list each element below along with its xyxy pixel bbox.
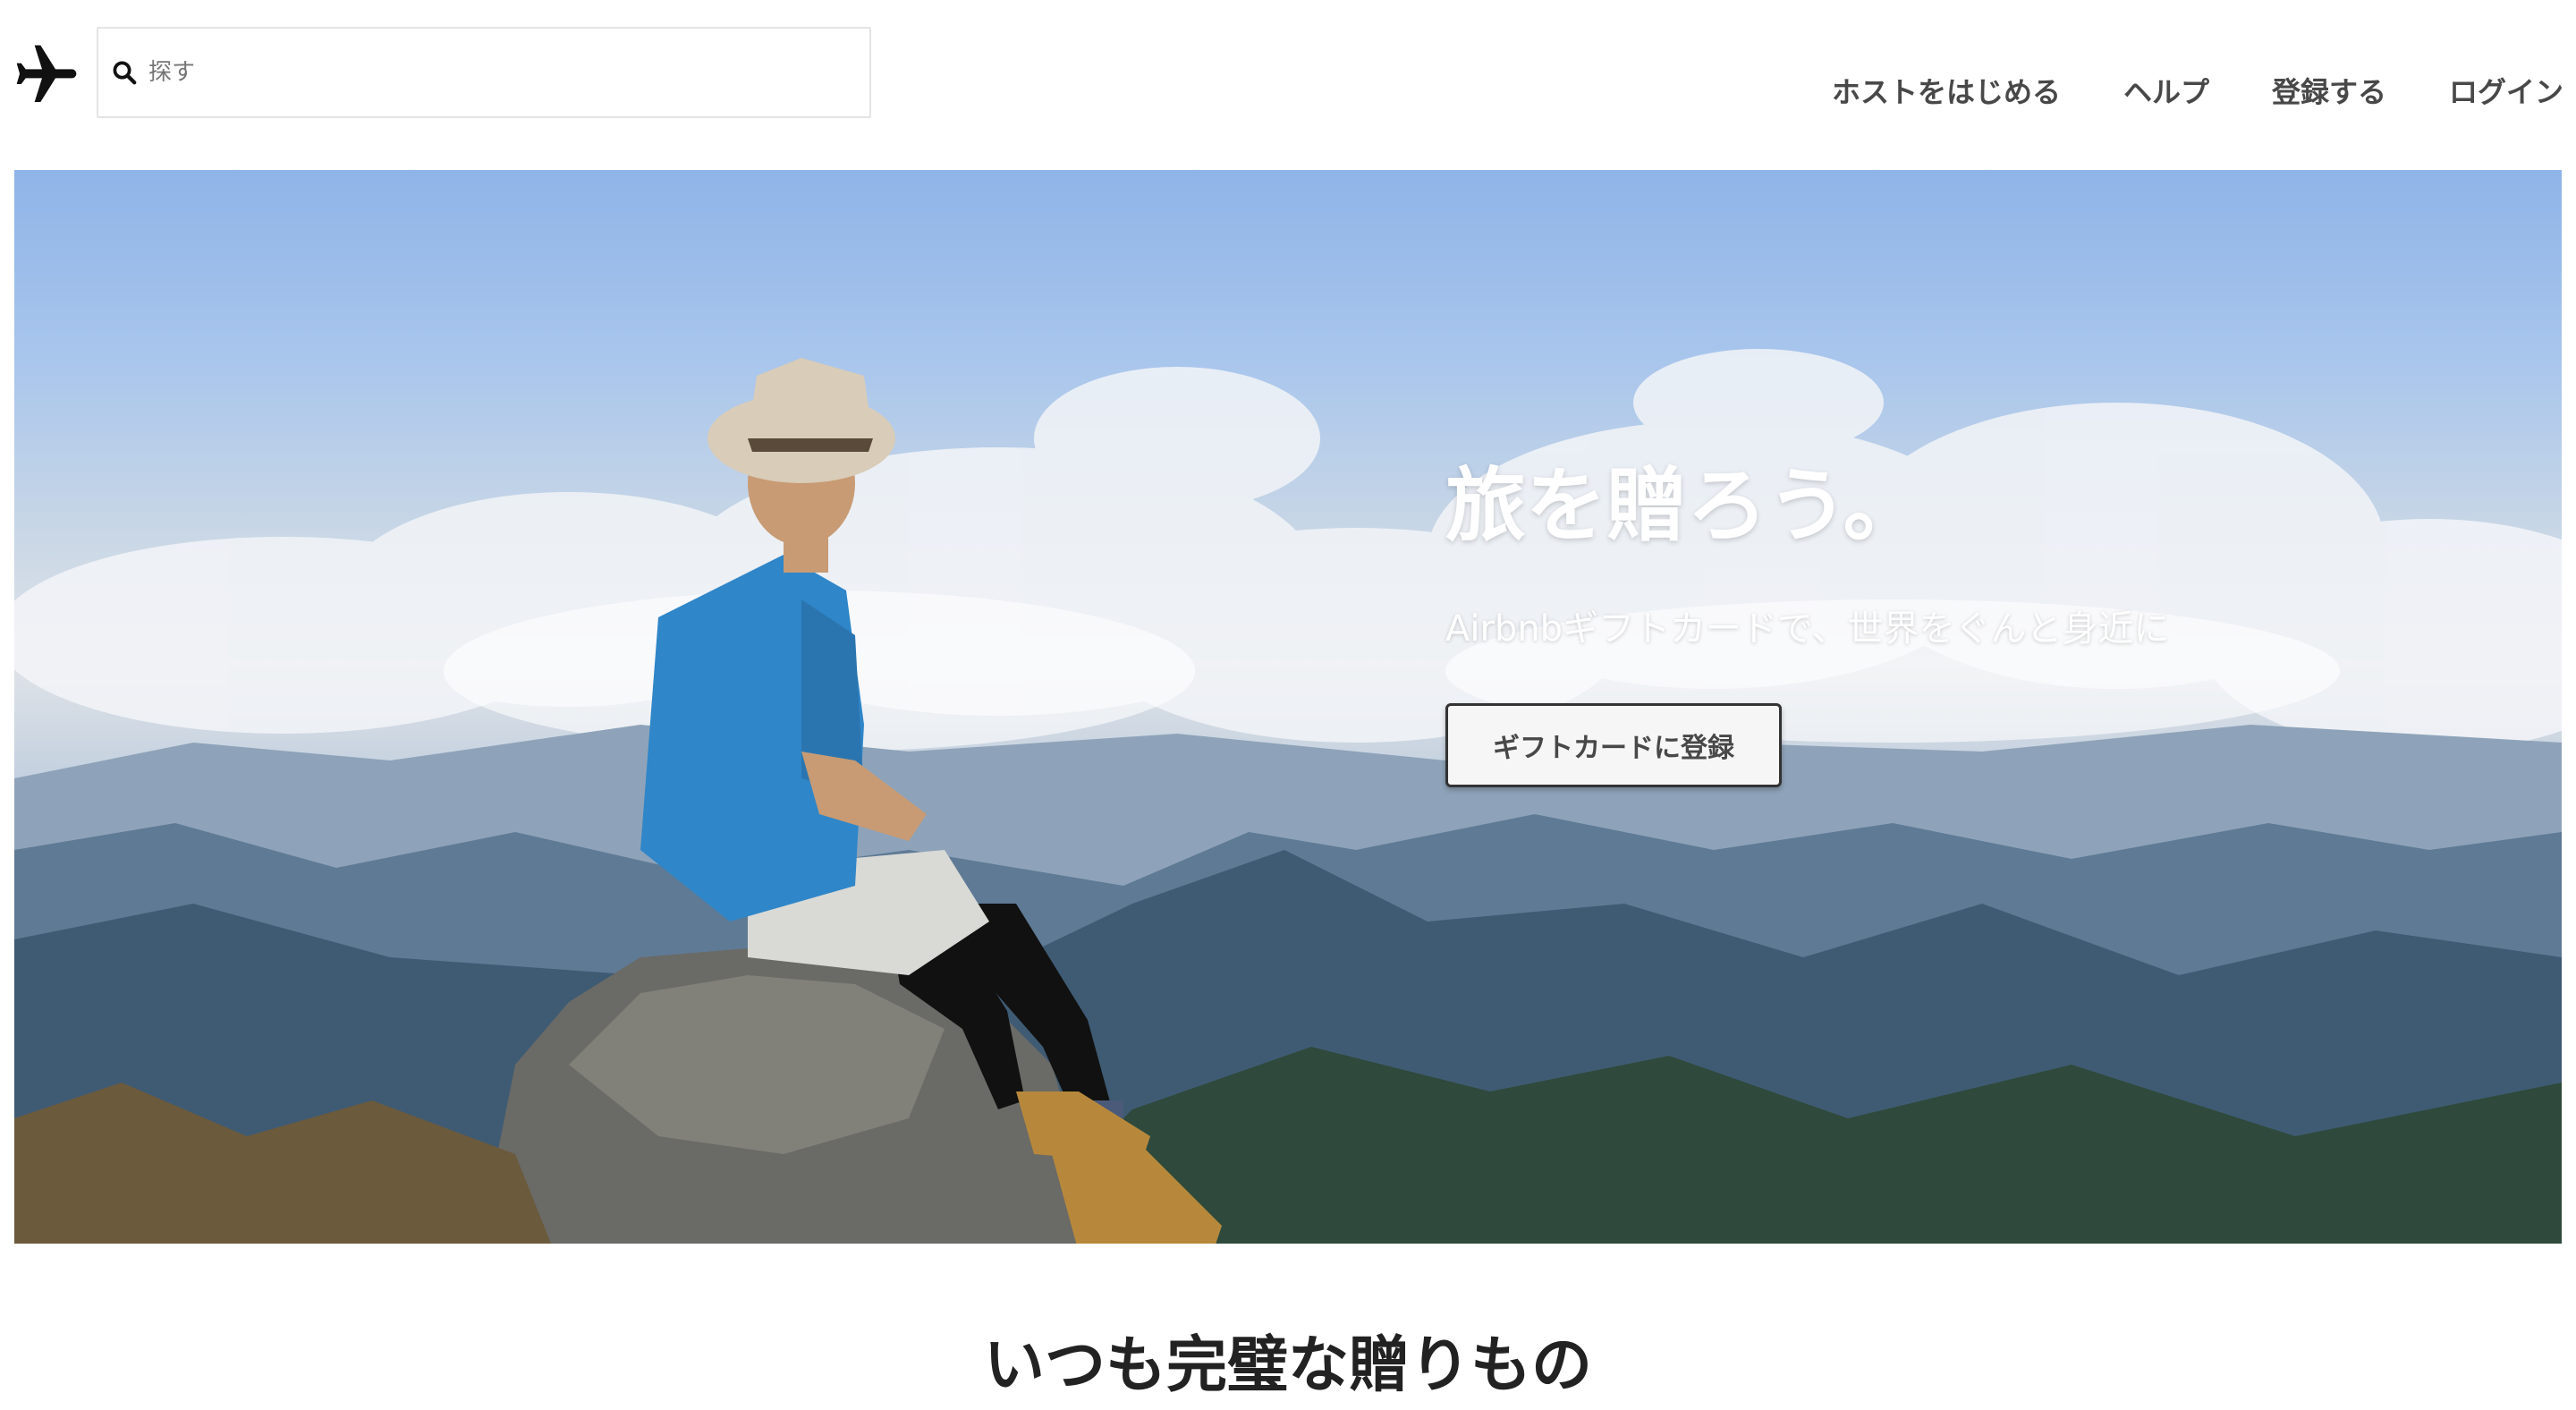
nav-help[interactable]: ヘルプ (2123, 66, 2209, 118)
hero-banner: 旅を贈ろう。 Airbnbギフトカードで、世界をぐんと身近に ギフトカードに登録 (14, 170, 2562, 1244)
register-gift-card-button[interactable]: ギフトカードに登録 (1445, 703, 1782, 787)
airplane-icon[interactable] (11, 39, 82, 111)
hero-background-image (14, 349, 2562, 1244)
search-box[interactable] (97, 27, 871, 118)
airplane-logo-svg (16, 45, 77, 102)
nav-sign-up[interactable]: 登録する (2272, 66, 2386, 118)
hero-title: 旅を贈ろう。 (1445, 459, 1924, 553)
main-nav: ホストをはじめる ヘルプ 登録する ログイン (1769, 66, 2563, 118)
search-input[interactable] (148, 46, 869, 99)
top-header: ホストをはじめる ヘルプ 登録する ログイン (0, 0, 2576, 170)
nav-become-host[interactable]: ホストをはじめる (1832, 66, 2061, 118)
hero-subtitle: Airbnbギフトカードで、世界をぐんと身近に (1445, 608, 2170, 650)
search-icon (111, 59, 138, 86)
section-title: いつも完璧な贈りもの (983, 1330, 1592, 1401)
nav-log-in[interactable]: ログイン (2449, 66, 2563, 118)
